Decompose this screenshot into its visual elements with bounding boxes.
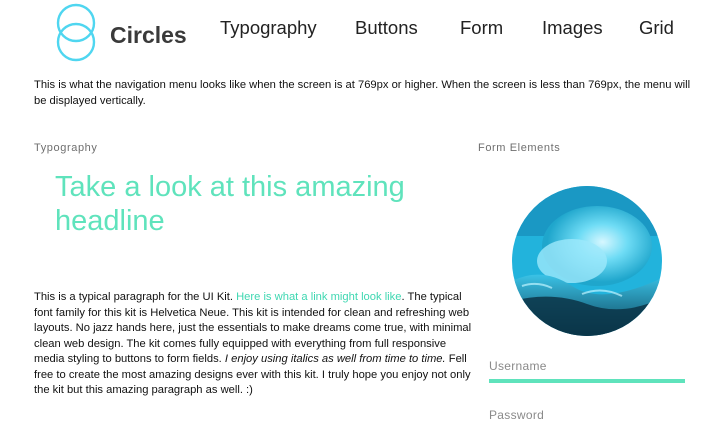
paragraph-italic: I enjoy using italics as well from time …	[224, 353, 446, 365]
nav-intro-note: This is what the navigation menu looks l…	[34, 79, 691, 107]
typography-section-label: Typography	[34, 142, 98, 154]
nav-item-form[interactable]: Form	[460, 17, 503, 39]
sample-paragraph: This is a typical paragraph for the UI K…	[34, 290, 474, 399]
password-field[interactable]: Password	[489, 408, 685, 422]
nav-item-buttons[interactable]: Buttons	[355, 17, 418, 39]
username-underline	[489, 379, 685, 383]
headline: Take a look at this amazing headline	[55, 171, 405, 237]
paragraph-text-1: This is a typical paragraph for the UI K…	[34, 291, 237, 303]
nav-item-images[interactable]: Images	[542, 17, 603, 39]
nav-item-grid[interactable]: Grid	[639, 17, 674, 39]
username-label: Username	[489, 359, 547, 373]
username-field[interactable]: Username	[489, 359, 685, 383]
ocean-wave-image	[512, 186, 662, 336]
form-section-label: Form Elements	[478, 142, 561, 154]
sample-link[interactable]: Here is what a link might look like	[236, 291, 401, 303]
main-nav: Typography Buttons Form Images Grid	[0, 17, 705, 41]
password-label: Password	[489, 408, 545, 422]
nav-item-typography[interactable]: Typography	[220, 17, 317, 39]
